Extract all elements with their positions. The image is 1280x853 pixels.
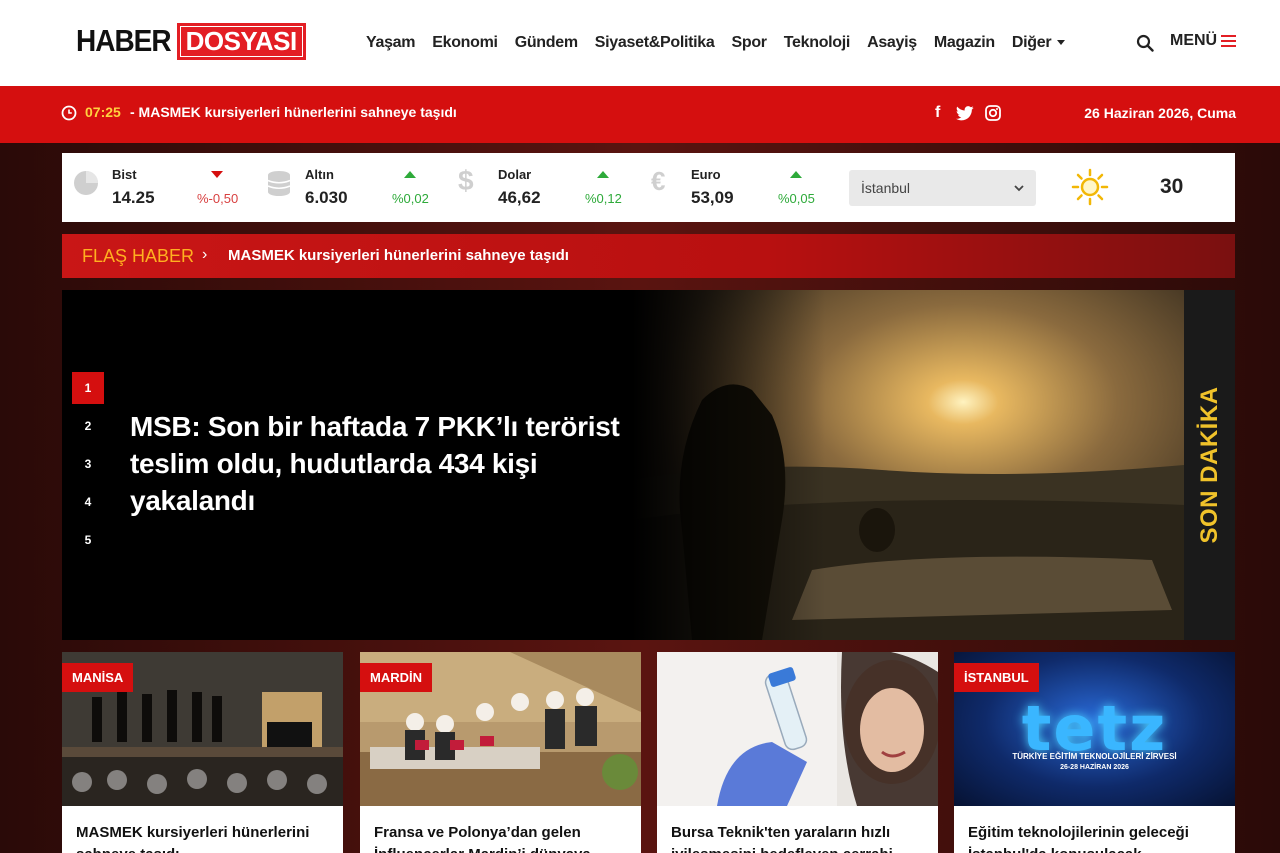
- slider-page-5[interactable]: 5: [72, 524, 104, 556]
- market-value: 6.030: [305, 188, 348, 207]
- nav-item-asayis[interactable]: Asayiş: [867, 34, 917, 52]
- pie-chart-icon: [74, 171, 98, 195]
- euro-icon: €: [651, 166, 666, 196]
- nav-item-spor[interactable]: Spor: [731, 34, 767, 52]
- city-select[interactable]: İstanbul: [849, 170, 1036, 206]
- news-card-title[interactable]: Eğitim teknolojilerinin geleceği İstanbu…: [968, 822, 1223, 853]
- nav-item-yasam[interactable]: Yaşam: [366, 34, 416, 52]
- market-value: 53,09: [691, 188, 734, 207]
- current-date: 26 Haziran 2026, Cuma: [1084, 105, 1236, 121]
- chevron-down-icon: [1014, 184, 1024, 191]
- market-name: Bist: [112, 167, 137, 182]
- nav-item-teknoloji[interactable]: Teknoloji: [784, 34, 851, 52]
- nav-item-siyaset[interactable]: Siyaset&Politika: [595, 34, 715, 52]
- logo-text-dosyasi: DOSYASI: [176, 22, 306, 60]
- facebook-icon[interactable]: f: [935, 104, 940, 122]
- slider-page-3[interactable]: 3: [72, 448, 104, 480]
- news-card-image: [657, 652, 938, 806]
- nav-item-gundem[interactable]: Gündem: [515, 34, 578, 52]
- nav-item-diger-label: Diğer: [1011, 34, 1052, 51]
- news-card-title[interactable]: MASMEK kursiyerleri hünerlerini sahneye …: [76, 822, 331, 853]
- market-value: 14.25: [112, 188, 155, 207]
- market-dolar[interactable]: $ Dolar 46,62 %0,12: [458, 153, 638, 222]
- tetz-date: 26-28 HAZİRAN 2026: [1060, 764, 1129, 771]
- sun-icon: [1071, 168, 1109, 206]
- up-arrow-icon: [404, 171, 416, 178]
- news-card[interactable]: tetz TÜRKİYE EĞİTİM TEKNOLOJİLERİ ZİRVES…: [954, 652, 1235, 853]
- news-card-title[interactable]: Fransa ve Polonya’dan gelen İnfluencerla…: [374, 822, 629, 853]
- market-name: Euro: [691, 167, 721, 182]
- breaking-news-label: SON DAKİKA: [1184, 290, 1235, 640]
- flash-news-bar: FLAŞ HABER › MASMEK kursiyerleri hünerle…: [62, 234, 1235, 278]
- market-change: %0,12: [585, 191, 622, 206]
- markets-bar: Bist 14.25 %-0,50 Altın 6.030 %0,02 $ Do…: [62, 153, 1235, 222]
- market-value: 46,62: [498, 188, 541, 207]
- twitter-icon[interactable]: [956, 106, 974, 121]
- site-logo[interactable]: HABER DOSYASI: [76, 22, 306, 60]
- flash-headline[interactable]: MASMEK kursiyerleri hünerlerini sahneye …: [228, 247, 569, 264]
- market-bist[interactable]: Bist 14.25 %-0,50: [72, 153, 252, 222]
- up-arrow-icon: [790, 171, 802, 178]
- up-arrow-icon: [597, 171, 609, 178]
- market-change: %-0,50: [197, 191, 239, 206]
- menu-label: MENÜ: [1170, 32, 1218, 49]
- news-card[interactable]: MARDİN Fransa ve Polonya’dan gelen İnflu…: [360, 652, 641, 853]
- market-change: %0,05: [778, 191, 815, 206]
- headline-slider: SON DAKİKA 1 2 3 4 5 MSB: Son bir haftad…: [62, 290, 1235, 640]
- chevron-right-icon: ›: [202, 246, 208, 263]
- category-tag[interactable]: MANİSA: [62, 663, 134, 692]
- nav-item-magazin[interactable]: Magazin: [934, 34, 995, 52]
- site-header: HABER DOSYASI Yaşam Ekonomi Gündem Siyas…: [0, 0, 1280, 86]
- market-name: Dolar: [498, 167, 532, 182]
- market-change: %0,02: [392, 191, 429, 206]
- market-altin[interactable]: Altın 6.030 %0,02: [265, 153, 445, 222]
- weather-temperature: 30: [1160, 175, 1184, 198]
- hero-image[interactable]: [632, 290, 1184, 640]
- ticker-time: 07:25: [85, 104, 121, 120]
- menu-button[interactable]: MENÜ: [1170, 32, 1237, 50]
- nav-item-ekonomi[interactable]: Ekonomi: [432, 34, 498, 52]
- news-card[interactable]: MANİSA MASMEK kursiyerleri hünerlerini s…: [62, 652, 343, 853]
- market-euro[interactable]: € Euro 53,09 %0,05: [651, 153, 831, 222]
- news-card[interactable]: Bursa Teknik'ten yaraların hızlı iyileşm…: [657, 652, 938, 853]
- chevron-down-icon: [1057, 40, 1066, 46]
- hero-headline[interactable]: MSB: Son bir haftada 7 PKK’lı terörist t…: [130, 408, 630, 519]
- instagram-icon[interactable]: [985, 105, 1001, 121]
- down-arrow-icon: [211, 171, 223, 178]
- slider-page-1[interactable]: 1: [72, 372, 104, 404]
- main-nav: Yaşam Ekonomi Gündem Siyaset&Politika Sp…: [366, 30, 1082, 56]
- city-select-value: İstanbul: [861, 180, 911, 196]
- category-tag[interactable]: İSTANBUL: [954, 663, 1039, 692]
- logo-text-haber: HABER: [76, 23, 172, 58]
- clock-icon: [61, 105, 77, 121]
- category-tag[interactable]: MARDİN: [360, 663, 432, 692]
- dollar-icon: $: [458, 165, 474, 196]
- nav-item-diger[interactable]: Diğer: [1011, 34, 1066, 52]
- slider-pagination: 1 2 3 4 5: [72, 372, 104, 562]
- hamburger-icon: [1221, 35, 1237, 47]
- ticker-headline[interactable]: - MASMEK kursiyerleri hünerlerini sahney…: [130, 104, 457, 120]
- search-icon[interactable]: [1136, 34, 1154, 52]
- coins-icon: [267, 171, 291, 196]
- tetz-subtitle: TÜRKİYE EĞİTİM TEKNOLOJİLERİ ZİRVESİ: [1012, 752, 1177, 761]
- news-card-title[interactable]: Bursa Teknik'ten yaraların hızlı iyileşm…: [671, 822, 926, 853]
- slider-page-4[interactable]: 4: [72, 486, 104, 518]
- slider-page-2[interactable]: 2: [72, 410, 104, 442]
- flash-label: FLAŞ HABER: [82, 246, 195, 266]
- market-name: Altın: [305, 167, 334, 182]
- breaking-news-text: SON DAKİKA: [1195, 386, 1223, 544]
